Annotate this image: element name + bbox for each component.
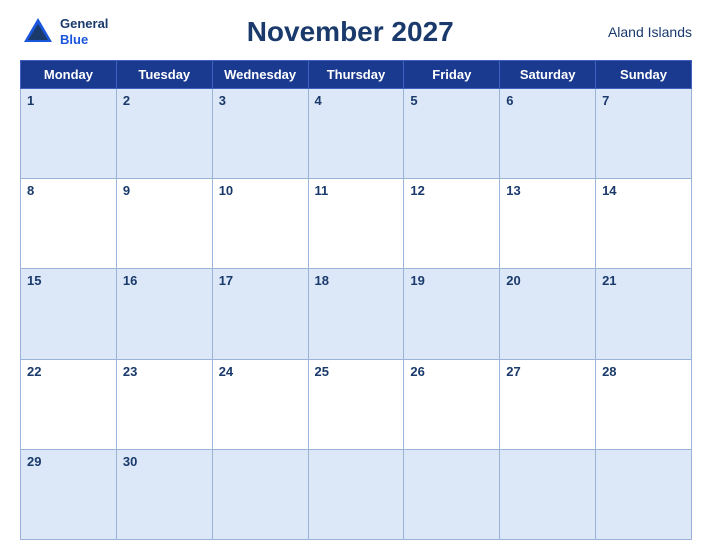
day-20: 20 [500, 269, 596, 359]
day-21: 21 [596, 269, 692, 359]
region-label: Aland Islands [592, 24, 692, 40]
day-9: 9 [116, 179, 212, 269]
weekday-sunday: Sunday [596, 61, 692, 89]
day-22: 22 [21, 359, 117, 449]
empty-cell [212, 449, 308, 539]
day-number-19: 19 [410, 273, 424, 288]
day-2: 2 [116, 89, 212, 179]
logo-general: General [60, 16, 108, 31]
day-number-26: 26 [410, 364, 424, 379]
day-number-10: 10 [219, 183, 233, 198]
day-11: 11 [308, 179, 404, 269]
day-27: 27 [500, 359, 596, 449]
empty-cell [596, 449, 692, 539]
day-number-6: 6 [506, 93, 513, 108]
day-14: 14 [596, 179, 692, 269]
day-number-4: 4 [315, 93, 322, 108]
day-13: 13 [500, 179, 596, 269]
weekday-friday: Friday [404, 61, 500, 89]
empty-cell [404, 449, 500, 539]
day-4: 4 [308, 89, 404, 179]
empty-cell [308, 449, 404, 539]
weekday-tuesday: Tuesday [116, 61, 212, 89]
day-18: 18 [308, 269, 404, 359]
day-number-18: 18 [315, 273, 329, 288]
day-number-30: 30 [123, 454, 137, 469]
day-number-16: 16 [123, 273, 137, 288]
weekday-saturday: Saturday [500, 61, 596, 89]
day-number-5: 5 [410, 93, 417, 108]
day-10: 10 [212, 179, 308, 269]
week-row-3: 15 16 17 18 19 20 21 [21, 269, 692, 359]
day-number-27: 27 [506, 364, 520, 379]
day-number-11: 11 [315, 183, 329, 198]
day-29: 29 [21, 449, 117, 539]
day-19: 19 [404, 269, 500, 359]
day-number-15: 15 [27, 273, 41, 288]
day-26: 26 [404, 359, 500, 449]
weekday-wednesday: Wednesday [212, 61, 308, 89]
day-number-12: 12 [410, 183, 424, 198]
day-number-9: 9 [123, 183, 130, 198]
weekday-header-row: MondayTuesdayWednesdayThursdayFridaySatu… [21, 61, 692, 89]
week-row-5: 29 30 [21, 449, 692, 539]
day-16: 16 [116, 269, 212, 359]
day-24: 24 [212, 359, 308, 449]
day-5: 5 [404, 89, 500, 179]
day-number-17: 17 [219, 273, 233, 288]
month-title: November 2027 [108, 16, 592, 48]
weekday-monday: Monday [21, 61, 117, 89]
calendar-header: General Blue November 2027 Aland Islands [20, 10, 692, 54]
day-3: 3 [212, 89, 308, 179]
weekday-thursday: Thursday [308, 61, 404, 89]
day-number-3: 3 [219, 93, 226, 108]
day-8: 8 [21, 179, 117, 269]
day-number-1: 1 [27, 93, 34, 108]
day-7: 7 [596, 89, 692, 179]
day-30: 30 [116, 449, 212, 539]
day-number-23: 23 [123, 364, 137, 379]
day-28: 28 [596, 359, 692, 449]
day-number-25: 25 [315, 364, 329, 379]
empty-cell [500, 449, 596, 539]
day-1: 1 [21, 89, 117, 179]
calendar-table: MondayTuesdayWednesdayThursdayFridaySatu… [20, 60, 692, 540]
day-number-20: 20 [506, 273, 520, 288]
logo: General Blue [20, 14, 108, 50]
day-number-7: 7 [602, 93, 609, 108]
week-row-4: 22 23 24 25 26 27 28 [21, 359, 692, 449]
day-number-8: 8 [27, 183, 34, 198]
day-number-21: 21 [602, 273, 616, 288]
day-number-28: 28 [602, 364, 616, 379]
day-number-2: 2 [123, 93, 130, 108]
day-25: 25 [308, 359, 404, 449]
day-number-29: 29 [27, 454, 41, 469]
logo-blue: Blue [60, 32, 88, 47]
day-6: 6 [500, 89, 596, 179]
day-number-22: 22 [27, 364, 41, 379]
day-17: 17 [212, 269, 308, 359]
day-12: 12 [404, 179, 500, 269]
logo-icon [20, 14, 56, 50]
week-row-2: 8 9 10 11 12 13 14 [21, 179, 692, 269]
week-row-1: 1 2 3 4 5 6 7 [21, 89, 692, 179]
day-number-13: 13 [506, 183, 520, 198]
day-number-14: 14 [602, 183, 616, 198]
day-number-24: 24 [219, 364, 233, 379]
day-23: 23 [116, 359, 212, 449]
day-15: 15 [21, 269, 117, 359]
